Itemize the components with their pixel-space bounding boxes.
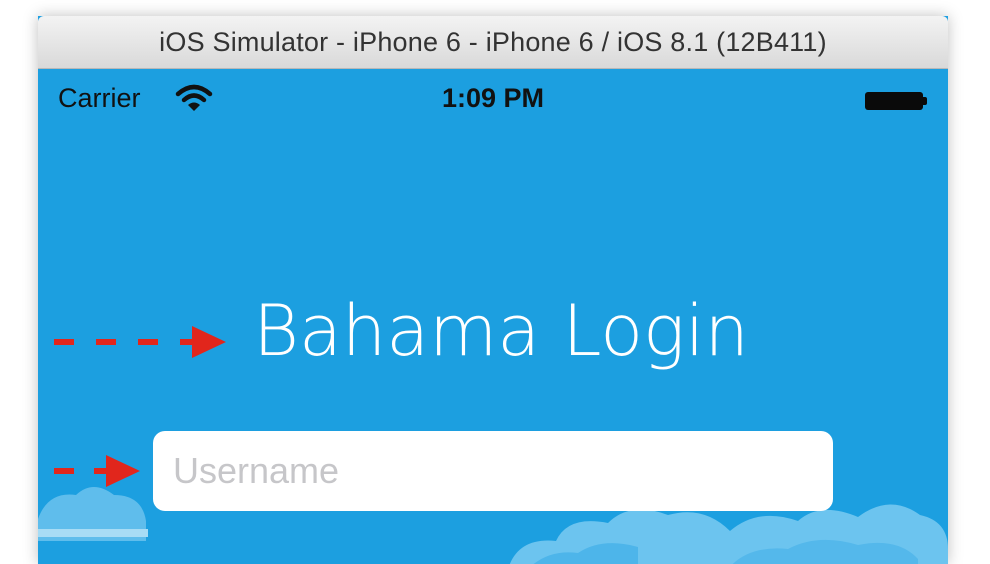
battery-tip bbox=[923, 97, 927, 105]
battery-icon bbox=[865, 92, 923, 110]
window-title: iOS Simulator - iPhone 6 - iPhone 6 / iO… bbox=[159, 26, 827, 57]
dashed-arrow-icon bbox=[54, 455, 140, 487]
status-bar: Carrier 1:09 PM bbox=[38, 69, 948, 131]
status-time: 1:09 PM bbox=[441, 83, 545, 113]
dashed-arrow-icon bbox=[54, 326, 226, 358]
window-titlebar[interactable]: iOS Simulator - iPhone 6 - iPhone 6 / iO… bbox=[38, 16, 948, 69]
username-field[interactable] bbox=[153, 431, 833, 511]
phone-screen: Carrier 1:09 PM Bahama Login bbox=[38, 69, 948, 564]
simulator-window: iOS Simulator - iPhone 6 - iPhone 6 / iO… bbox=[38, 16, 948, 564]
